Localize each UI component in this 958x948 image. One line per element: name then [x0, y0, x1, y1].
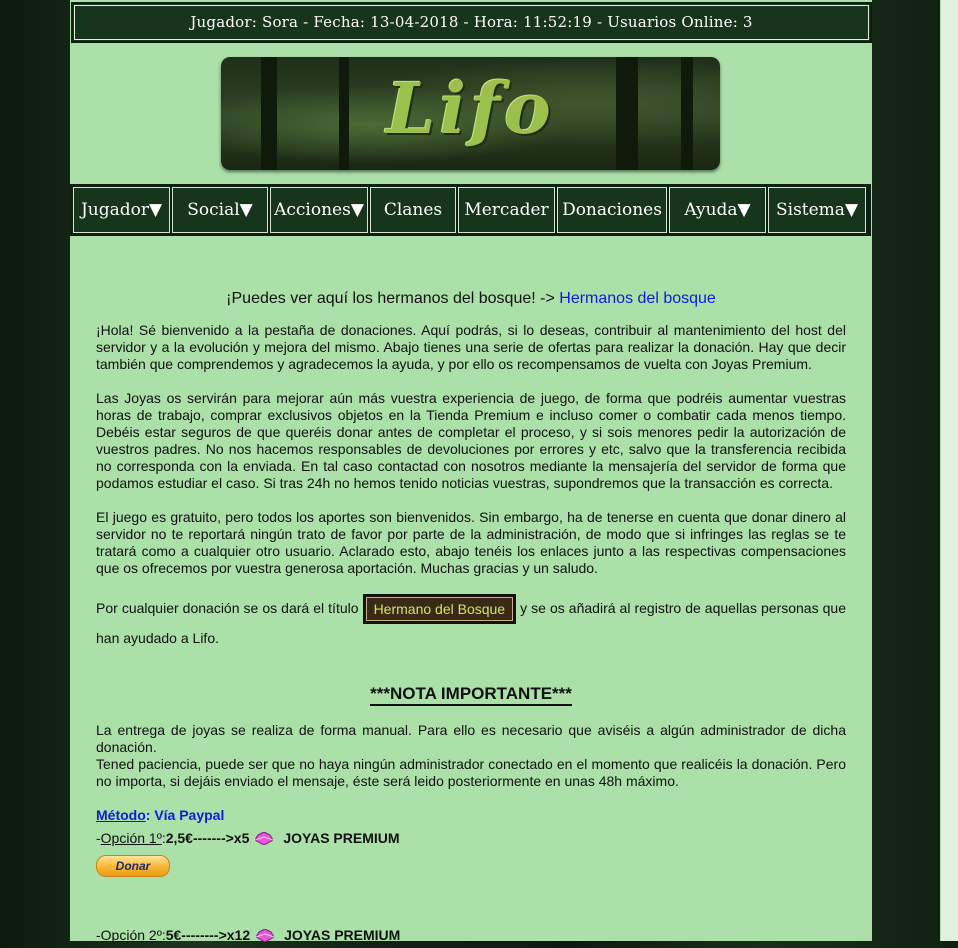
hermano-badge: Hermano del Bosque	[362, 594, 517, 625]
option-2-amount: 5€-------->x12	[165, 927, 251, 944]
important-note-text: ***NOTA IMPORTANTE***	[370, 684, 572, 707]
option-2-label: Opción 2º	[100, 927, 162, 944]
title-paragraph: Por cualquier donación se os dará el tít…	[96, 594, 846, 653]
method-value: : Vía Paypal	[145, 807, 225, 824]
important-note-heading: ***NOTA IMPORTANTE***	[96, 684, 846, 707]
nav-mercader[interactable]: Mercader	[458, 187, 555, 233]
delivery-paragraph: La entrega de joyas se realiza de forma …	[96, 722, 846, 790]
option-2-joyas: JOYAS PREMIUM	[284, 927, 401, 944]
option-1-amount: 2,5€------->x5	[165, 830, 250, 847]
delivery-line-1: La entrega de joyas se realiza de forma …	[96, 722, 846, 756]
delivery-line-2: Tened paciencia, puede ser que no haya n…	[96, 756, 846, 790]
option-1: - Opción 1º : 2,5€------->x5 JOYAS PREMI…	[96, 830, 846, 847]
hermanos-link[interactable]: Hermanos del bosque	[559, 290, 716, 307]
nav-jugador[interactable]: Jugador▼	[73, 187, 170, 233]
scrollbar-strip	[940, 0, 958, 941]
status-text: Jugador: Sora - Fecha: 13-04-2018 - Hora…	[190, 13, 753, 31]
page-container: Jugador: Sora - Fecha: 13-04-2018 - Hora…	[70, 0, 872, 943]
free-game-paragraph: El juego es gratuito, pero todos los apo…	[96, 509, 846, 576]
option-2: - Opción 2º : 5€-------->x12 JOYAS PREMI…	[96, 927, 846, 944]
payment-method: Método: Vía Paypal	[96, 807, 846, 824]
nav-social[interactable]: Social▼	[172, 187, 268, 233]
nav-acciones[interactable]: Acciones▼	[270, 187, 368, 233]
headline: ¡Puedes ver aquí los hermanos del bosque…	[96, 290, 846, 307]
donations-content: ¡Puedes ver aquí los hermanos del bosque…	[96, 290, 846, 948]
main-nav: Jugador▼ Social▼ Acciones▼ Clanes Mercad…	[70, 184, 871, 236]
nav-sistema[interactable]: Sistema▼	[768, 187, 866, 233]
joyas-paragraph: Las Joyas os servirán para mejorar aún m…	[96, 390, 846, 491]
gem-icon	[255, 832, 274, 846]
paypal-donate-button[interactable]: Donar	[96, 855, 170, 878]
title-text-before: Por cualquier donación se os dará el tít…	[96, 600, 363, 616]
nav-ayuda[interactable]: Ayuda▼	[669, 187, 766, 233]
gem-icon	[256, 929, 275, 943]
nav-clanes[interactable]: Clanes	[370, 187, 456, 233]
site-banner[interactable]: Lifo	[221, 57, 720, 170]
headline-text: ¡Puedes ver aquí los hermanos del bosque…	[226, 290, 560, 307]
method-label: Método	[96, 807, 146, 824]
site-logo: Lifo	[386, 67, 555, 150]
option-1-label: Opción 1º	[100, 830, 162, 847]
intro-paragraph: ¡Hola! Sé bienvenido a la pestaña de don…	[96, 322, 846, 372]
option-1-joyas: JOYAS PREMIUM	[283, 830, 400, 847]
status-bar: Jugador: Sora - Fecha: 13-04-2018 - Hora…	[71, 2, 872, 43]
nav-donaciones[interactable]: Donaciones	[557, 187, 667, 233]
